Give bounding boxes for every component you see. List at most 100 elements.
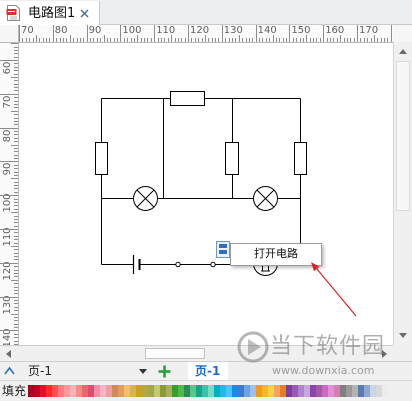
vertical-ruler[interactable]: 60 70 80 90 100 110 120 130 140 (0, 43, 19, 345)
drawing-canvas[interactable] (19, 43, 393, 345)
scroll-up-button[interactable] (394, 43, 411, 60)
ruler-tick (346, 38, 348, 42)
ruler-tick (133, 38, 135, 42)
ruler-tick (265, 38, 267, 42)
ruler-tick (14, 117, 18, 119)
lamp-left[interactable] (133, 186, 158, 211)
chevron-up-icon[interactable] (4, 366, 15, 375)
ruler-tick (0, 296, 18, 298)
ruler-tick (90, 38, 91, 42)
ruler-tick (14, 202, 18, 203)
horizontal-scrollbar[interactable] (0, 345, 393, 361)
lamp-right[interactable] (253, 186, 278, 211)
ruler-tick (228, 38, 230, 42)
ruler-tick (11, 178, 18, 180)
resistor-top[interactable] (170, 91, 205, 106)
ruler-tick (14, 259, 18, 261)
ruler-tick (245, 38, 247, 42)
ruler-tick (289, 25, 291, 42)
ruler-tick (14, 154, 18, 156)
dropdown-arrow-icon (139, 369, 147, 374)
smart-tag-icon[interactable] (216, 241, 230, 258)
ruler-corner[interactable] (0, 25, 19, 43)
ruler-tick (14, 171, 18, 173)
ruler-tick (14, 218, 18, 220)
ruler-tick (14, 191, 18, 193)
ruler-tick (14, 252, 18, 254)
ruler-label: 80 (54, 25, 68, 36)
ruler-tick (231, 38, 233, 42)
horizontal-scroll-thumb[interactable] (145, 348, 205, 359)
ruler-tick (357, 25, 358, 42)
page-select-dropdown[interactable]: 页-1 (24, 363, 150, 380)
scroll-left-button[interactable] (0, 346, 17, 361)
horizontal-ruler[interactable]: 70 80 90 100 110 120 130 140 150 160 170 (19, 25, 393, 43)
ruler-tick (14, 327, 18, 328)
ruler-label: 90 (88, 25, 102, 36)
ruler-tick (14, 164, 18, 166)
ruler-tick (319, 38, 321, 42)
ruler-tick (390, 25, 392, 42)
ruler-tick (14, 134, 18, 136)
ruler-tick (340, 35, 342, 42)
ruler-tick (279, 38, 281, 42)
ruler-tick (336, 38, 338, 42)
ruler-tick (191, 38, 193, 42)
ruler-tick (14, 310, 18, 312)
close-icon[interactable] (80, 9, 89, 18)
color-swatch[interactable] (382, 385, 388, 397)
ruler-tick (83, 38, 85, 42)
context-menu: 打开电路 (230, 243, 322, 266)
ruler-tick (174, 38, 176, 42)
scroll-right-button[interactable] (376, 346, 393, 361)
vertical-scrollbar[interactable] (393, 42, 412, 345)
ruler-tick (14, 249, 18, 251)
ruler-label: 160 (325, 25, 345, 36)
ruler-tick (35, 35, 37, 42)
ruler-label: 100 (2, 193, 13, 213)
ruler-label: 70 (2, 95, 13, 109)
switch-contact[interactable] (175, 261, 181, 268)
menu-item-label: 打开电路 (254, 247, 298, 260)
ruler-tick (0, 161, 18, 163)
ruler-tick (14, 306, 18, 308)
ruler-tick (313, 38, 315, 42)
switch-contact[interactable] (210, 261, 216, 268)
ruler-tick (0, 262, 18, 264)
resistor-right[interactable] (294, 142, 307, 175)
ruler-tick (14, 256, 18, 257)
ruler-tick (255, 25, 257, 42)
menu-item-open-circuit[interactable]: 打开电路 (231, 244, 321, 265)
vertical-scroll-thumb[interactable] (396, 61, 410, 211)
battery[interactable] (132, 255, 141, 274)
ruler-tick (198, 38, 200, 42)
ruler-tick (147, 38, 149, 42)
ruler-tick (194, 38, 196, 42)
resistor-left[interactable] (95, 142, 108, 175)
ruler-tick (14, 158, 18, 159)
color-swatch-strip (28, 385, 388, 397)
ruler-tick (0, 93, 18, 95)
scroll-left-arrow-icon (6, 349, 11, 358)
ruler-tick (167, 38, 169, 42)
document-tab[interactable]: 电路图1 (0, 1, 100, 26)
ruler-tick (14, 188, 18, 190)
ruler-tick (14, 49, 18, 51)
circuit-diagram (95, 91, 307, 276)
ruler-tick (19, 25, 20, 42)
ruler-tick (259, 38, 260, 42)
fill-color-palette: 填充 (0, 381, 412, 401)
ruler-tick (323, 25, 325, 42)
plus-icon[interactable] (158, 365, 171, 378)
resistor-middle[interactable] (225, 142, 239, 175)
ruler-tick (66, 38, 68, 42)
scroll-down-button[interactable] (394, 327, 411, 344)
scroll-up-arrow-icon (398, 49, 407, 54)
ruler-tick (14, 198, 18, 200)
ruler-tick (0, 195, 18, 197)
ruler-tick (46, 38, 47, 42)
ruler-tick (14, 66, 18, 68)
ruler-tick (333, 38, 335, 42)
ruler-end (393, 25, 412, 42)
page-tab-active[interactable]: 页-1 (188, 362, 228, 380)
